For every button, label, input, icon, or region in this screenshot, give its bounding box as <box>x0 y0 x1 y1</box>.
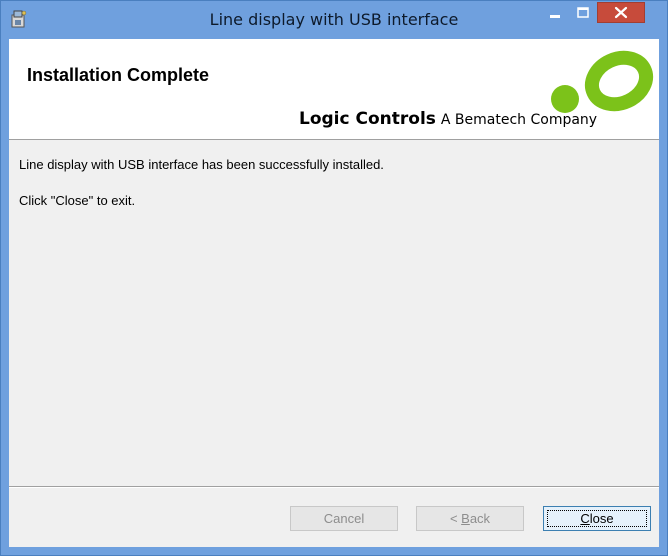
header-banner: Installation Complete Logic Controls A Be… <box>9 39 659 140</box>
cancel-button[interactable]: Cancel <box>290 506 398 531</box>
close-window-button[interactable] <box>597 2 645 23</box>
success-message: Line display with USB interface has been… <box>19 157 384 172</box>
back-button[interactable]: < Back <box>416 506 524 531</box>
dialog-client-area: Installation Complete Logic Controls A Be… <box>9 39 659 547</box>
back-prefix: < <box>449 511 462 526</box>
close-button[interactable]: Close <box>543 506 651 531</box>
close-icon <box>614 6 628 19</box>
logic-controls-logo <box>551 50 654 113</box>
back-accelerator: B <box>461 511 470 526</box>
brand-tagline: A Bematech Company <box>440 112 598 128</box>
exit-instruction: Click "Close" to exit. <box>19 193 136 208</box>
minimize-icon[interactable] <box>541 2 569 24</box>
focus-rectangle <box>547 510 647 527</box>
title-bar[interactable]: Line display with USB interface <box>1 1 667 39</box>
brand-text: Logic Controls A Bematech Company <box>299 109 597 129</box>
brand-name: Logic Controls <box>299 109 436 129</box>
back-label-rest: ack <box>469 511 491 526</box>
installer-window: Line display with USB interface Installa… <box>0 0 668 556</box>
footer-separator <box>9 486 659 488</box>
maximize-icon[interactable] <box>569 2 597 24</box>
page-title: Installation Complete <box>27 65 210 85</box>
